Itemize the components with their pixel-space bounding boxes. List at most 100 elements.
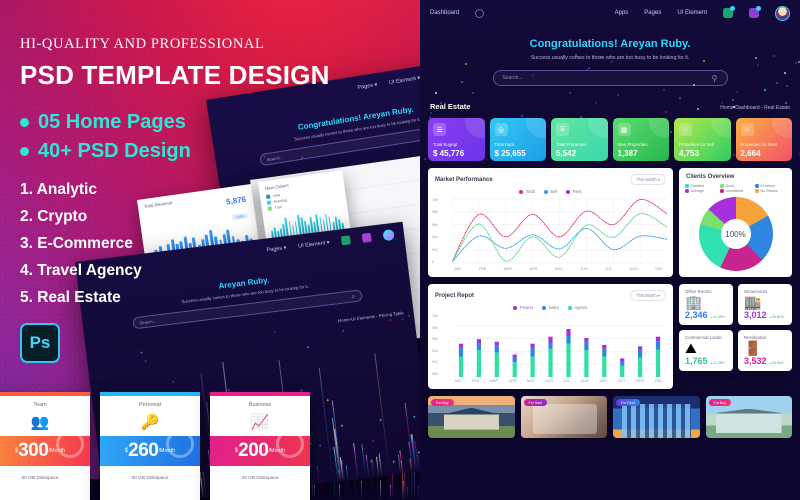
y-axis-labels: 10k 08k 06k 04k 02k 00k — [432, 314, 438, 376]
hero-numbered-list: 1. Analytic 2. Crypto 3. E-Commerce 4. T… — [20, 181, 350, 307]
land-icon: ⛰ — [685, 340, 697, 356]
pricing-period: /Month — [268, 448, 286, 454]
stat-value: 4,753 — [679, 149, 700, 158]
dashboard-navbar: Dashboard Apps Pages UI Element — [420, 0, 800, 26]
property-card[interactable]: For Buy — [428, 396, 515, 438]
tile-residential[interactable]: Residential 🚪 3,532 32.94% — [738, 330, 792, 371]
nav-item-dashboard[interactable]: Dashboard — [430, 10, 459, 16]
promo-banner: Pages ▾ UI Element ▾ Congratulations! Ar… — [0, 0, 800, 500]
stat-card-properties-for-sell[interactable]: ⌂ Properties for Sell 4,753 — [674, 118, 731, 161]
nav-item-apps[interactable]: Apps — [615, 10, 629, 16]
bullet-dot-icon — [20, 118, 29, 127]
panel-title: Clients Overview — [686, 174, 735, 180]
status-badge: For Rent — [616, 399, 640, 406]
property-card[interactable]: For Sale — [520, 396, 607, 438]
hero-bullet: 40+ PSD Design — [20, 140, 350, 163]
stat-card-total-budget[interactable]: ☰ Total Bugegt $ 45,776 — [428, 118, 485, 161]
mini-tiles-group: Office Rooms 🏢 2,346 12.49% Showrooms 🏬 … — [679, 284, 792, 389]
stat-value: $ 45,776 — [433, 149, 465, 158]
sell-icon: ⌂ — [679, 123, 692, 136]
market-performance-panel: Market Performance This Month ▾ Total Sel… — [428, 168, 673, 277]
y-axis-labels: 10k 08k 06k 04k 02k 0 — [432, 198, 438, 264]
pricing-table: Team 👥 $300/Month 50 GB Diskspace Person… — [0, 392, 310, 500]
stat-card-new-properties[interactable]: ▦ New Properties 1,387 — [612, 118, 669, 161]
project-report-panel: Project Repot This Month ▾ Project Sales A… — [428, 284, 673, 389]
new-properties-icon: ▦ — [617, 123, 631, 136]
period-selector[interactable]: This Month ▾ — [630, 290, 666, 301]
pricing-period: /Month — [48, 448, 66, 454]
panel-title: Project Repot — [435, 292, 475, 299]
status-badge: For Buy — [708, 399, 732, 406]
x-axis-labels: JAN FEB MAR APR MAY JUN JUL AUG SEP OCT NOV DEC — [454, 379, 663, 383]
pricing-card-team[interactable]: Team 👥 $300/Month 50 GB Diskspace — [0, 392, 90, 500]
stat-card-total-earn[interactable]: ◎ Total Earn $ 25,655 — [489, 118, 546, 161]
greeting-subtitle: Success usually comes to those who are t… — [530, 55, 690, 61]
tile-percent: 12.49% — [711, 315, 725, 319]
tile-value: 2,346 — [685, 310, 708, 320]
office-building-icon: 🏢 — [685, 294, 703, 310]
project-bar-chart-svg — [452, 313, 667, 377]
pricing-amount: 200 — [238, 440, 269, 461]
chart-legend: Satisfied Good Excellent Average Unsatisfied… — [679, 180, 792, 193]
list-item: 5. Real Estate — [20, 289, 121, 306]
pricing-amount: 260 — [128, 440, 159, 461]
status-badge: For Buy — [431, 399, 454, 406]
list-item: 3. E-Commerce — [20, 235, 133, 252]
photoshop-icon: Ps — [20, 323, 60, 363]
list-item: 2. Crypto — [20, 208, 88, 225]
budget-icon: ☰ — [433, 123, 446, 136]
pricing-plan-name: Business — [248, 402, 272, 408]
stat-card-total-properties[interactable]: ⌸ Total Properties 5,542 — [551, 118, 608, 161]
stat-card-properties-for-rent[interactable]: ⌂ Properties for Rent 2,664 — [735, 118, 792, 161]
stat-label: Properties for Sell — [679, 142, 714, 147]
key-icon: 🔑 — [140, 414, 160, 431]
rent-icon: ⌂ — [740, 123, 754, 136]
property-card[interactable]: For Rent — [613, 396, 700, 438]
tile-percent: 32.94% — [770, 361, 784, 365]
chart-icon: 📈 — [250, 414, 270, 431]
hero-copy: HI-QUALITY AND PROFESSIONAL PSD TEMPLATE… — [20, 36, 350, 363]
nav-item-ui-element[interactable]: UI Element — [677, 10, 707, 16]
gear-icon[interactable] — [475, 8, 485, 18]
stat-label: Total Properties — [556, 142, 587, 147]
mail-icon[interactable] — [723, 6, 735, 18]
hero-bullet-label: 05 Home Pages — [38, 111, 186, 133]
chart-legend: Total Sell Rent — [428, 185, 673, 194]
chart-legend: Project Sales Agents — [428, 301, 673, 310]
search-input[interactable]: Search... ⚲ — [492, 70, 728, 86]
nav-item-pages[interactable]: Pages — [644, 10, 661, 16]
property-card[interactable]: For Buy — [705, 396, 792, 438]
user-avatar[interactable] — [775, 5, 790, 21]
pricing-card-personal[interactable]: Personal 🔑 $260/Month 30 GB Diskspace — [100, 392, 200, 500]
market-chart: 10k 08k 06k 04k 02k 0 JAN FEB MAR APR MAY JUN JUL AU… — [428, 194, 673, 277]
hero-bullet: 05 Home Pages — [20, 111, 350, 134]
tile-office-rooms[interactable]: Office Rooms 🏢 2,346 12.49% — [679, 284, 733, 325]
tile-commercial-lands[interactable]: Commercial Lands ⛰ 1,765 17.26% — [679, 330, 733, 371]
mock-nav-item: UI Element ▾ — [388, 74, 421, 86]
users-icon: 👥 — [30, 414, 50, 431]
search-placeholder: Search... — [502, 75, 523, 81]
stat-card-row: ☰ Total Bugegt $ 45,776 ◎ Total Earn $ 2… — [420, 111, 800, 161]
list-item: 4. Travel Agency — [20, 262, 142, 279]
greeting-title: Congratulations! — [529, 38, 618, 50]
hero-eyebrow: HI-QUALITY AND PROFESSIONAL — [20, 36, 265, 52]
mock-nav-item: Pages ▾ — [357, 81, 378, 91]
stat-label: Properties for Rent — [740, 142, 778, 147]
pricing-amount: 300 — [18, 440, 49, 461]
panels-row-two: Project Repot This Month ▾ Project Sales A… — [420, 277, 800, 389]
door-icon: 🚪 — [744, 340, 762, 356]
market-line-chart-svg — [452, 197, 667, 265]
dashboard-greeting: Congratulations! Areyan Ruby. Success us… — [420, 26, 800, 86]
pricing-plan-name: Team — [33, 402, 47, 408]
dashboard-screen: Dashboard Apps Pages UI Element Congratu… — [420, 0, 800, 500]
pricing-amount-block: $260/Month — [100, 436, 200, 466]
period-selector[interactable]: This Month ▾ — [630, 174, 666, 185]
page-title: Real Estate — [430, 102, 471, 111]
donut-ring: 100% — [698, 197, 773, 271]
pricing-plan-name: Personal — [139, 402, 161, 408]
pricing-feature: 50 GB Diskspace — [21, 476, 59, 481]
pricing-feature: 20 GB Diskspace — [241, 476, 279, 481]
tile-showrooms[interactable]: Showrooms 🏬 3,012 36.61% — [738, 284, 792, 325]
pricing-card-business[interactable]: Business 📈 $200/Month 20 GB Diskspace — [210, 392, 310, 500]
bell-icon[interactable] — [749, 6, 761, 18]
